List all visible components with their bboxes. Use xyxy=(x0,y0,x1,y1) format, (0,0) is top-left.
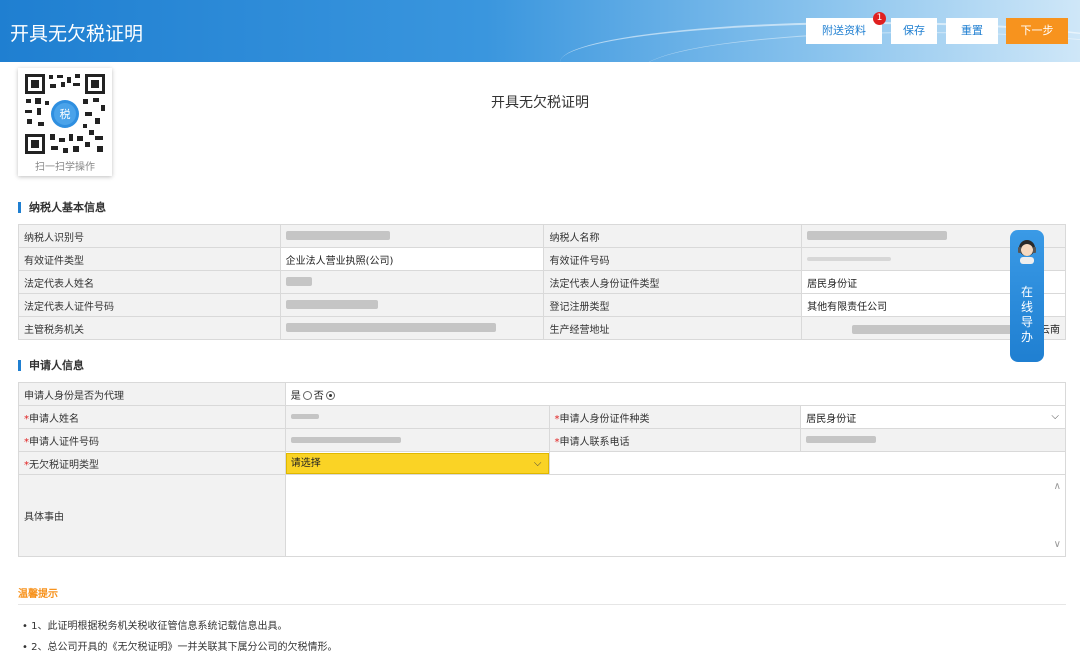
online-guide-button[interactable]: 在线导办 xyxy=(1010,230,1044,362)
field-label: 有效证件类型 xyxy=(18,247,281,271)
qr-caption: 扫一扫学操作 xyxy=(35,162,95,173)
yes-label: 是 xyxy=(290,390,301,402)
section-title-taxpayer: 纳税人基本信息 xyxy=(18,202,106,213)
chevron-down-icon: ⌵ xyxy=(533,457,542,469)
online-guide-label: 在线导办 xyxy=(1021,285,1034,344)
field-label: 有效证件号码 xyxy=(543,247,803,271)
tip-item: • 2、总公司开具的《无欠税证明》一并关联其下属分公司的欠税情形。 xyxy=(22,642,338,653)
legal-rep-name-value xyxy=(279,270,545,294)
tips-title: 温馨提示 xyxy=(18,589,58,600)
table-row: 法定代表人证件号码 登记注册类型 其他有限责任公司 xyxy=(18,293,1066,317)
qr-code-card[interactable]: 税 扫一扫学操作 xyxy=(18,68,112,176)
divider xyxy=(18,604,1066,605)
table-row: 主管税务机关 生产经营地址 (云南 xyxy=(18,316,1066,340)
table-row: 具体事由 ∧ ∨ xyxy=(18,474,1067,557)
field-label: 纳税人名称 xyxy=(543,224,803,248)
field-label: 申请人身份是否为代理 xyxy=(18,382,286,406)
field-label: *申请人证件号码 xyxy=(18,428,286,452)
field-label: *无欠税证明类型 xyxy=(18,451,286,475)
scroll-down-icon[interactable]: ∨ xyxy=(1054,539,1061,550)
table-row: *无欠税证明类型 请选择 ⌵ xyxy=(18,451,1067,475)
table-row: 有效证件类型 企业法人营业执照(公司) 有效证件号码 xyxy=(18,247,1066,271)
field-label: 具体事由 xyxy=(18,474,286,557)
agent-avatar-icon xyxy=(1018,240,1036,264)
attach-materials-button[interactable]: 附送资料 xyxy=(806,18,882,44)
table-row: 申请人身份是否为代理 是否 xyxy=(18,382,1067,406)
proxy-radio-group: 是否 xyxy=(284,382,1067,406)
scroll-up-icon[interactable]: ∧ xyxy=(1054,481,1061,492)
qr-logo-text: 税 xyxy=(60,107,71,121)
qr-code-icon: 税 xyxy=(23,72,107,156)
applicant-id-number-field[interactable] xyxy=(284,428,550,452)
field-label: 登记注册类型 xyxy=(543,293,803,317)
proxy-yes-radio[interactable] xyxy=(302,391,312,400)
chevron-down-icon: ⌵ xyxy=(1051,411,1059,422)
table-row: 法定代表人姓名 法定代表人身份证件类型 居民身份证 xyxy=(18,270,1066,294)
tip-item: • 1、此证明根据税务机关税收征管信息系统记载信息出具。 xyxy=(22,621,288,632)
proxy-no-radio[interactable] xyxy=(325,391,335,400)
table-row: 纳税人识别号 纳税人名称 xyxy=(18,224,1066,248)
table-row: *申请人姓名 *申请人身份证件种类 居民身份证 ⌵ xyxy=(18,405,1066,429)
save-button[interactable]: 保存 xyxy=(891,18,937,44)
reason-textarea[interactable]: ∧ ∨ xyxy=(284,474,1067,557)
table-row: *申请人证件号码 *申请人联系电话 xyxy=(18,428,1066,452)
field-label: 纳税人识别号 xyxy=(18,224,281,248)
reset-button[interactable]: 重置 xyxy=(946,18,998,44)
applicant-phone-field[interactable] xyxy=(800,428,1066,452)
taxpayer-info-table: 纳税人识别号 纳税人名称 有效证件类型 企业法人营业执照(公司) 有效证件号码 … xyxy=(18,224,1066,340)
empty-cell xyxy=(548,451,1067,475)
field-label: 主管税务机关 xyxy=(18,316,281,340)
app-header: 开具无欠税证明 附送资料 保存 重置 下一步 1 xyxy=(0,0,1080,62)
field-label: 生产经营地址 xyxy=(543,316,803,340)
next-step-button[interactable]: 下一步 xyxy=(1006,18,1068,44)
cert-type-select[interactable]: 请选择 ⌵ xyxy=(286,452,549,474)
applicant-info-table: 申请人身份是否为代理 是否 *申请人姓名 *申请人身份证件种类 居民身份证 ⌵ *… xyxy=(18,382,1067,557)
tax-authority-value xyxy=(279,316,545,340)
applicant-name-field[interactable] xyxy=(284,405,550,429)
attach-count-badge: 1 xyxy=(873,12,886,25)
section-title-applicant: 申请人信息 xyxy=(18,360,84,371)
field-label: *申请人联系电话 xyxy=(548,428,802,452)
legal-rep-id-value xyxy=(279,293,545,317)
field-value: 企业法人营业执照(公司) xyxy=(279,247,545,271)
field-label: *申请人身份证件种类 xyxy=(548,405,802,429)
no-label: 否 xyxy=(313,390,324,402)
cert-type-cell: 请选择 ⌵ xyxy=(284,451,550,475)
field-label: 法定代表人姓名 xyxy=(18,270,281,294)
field-label: 法定代表人身份证件类型 xyxy=(543,270,803,294)
applicant-id-type-select[interactable]: 居民身份证 ⌵ xyxy=(800,405,1066,429)
taxpayer-id-value xyxy=(279,224,545,248)
field-label: *申请人姓名 xyxy=(18,405,286,429)
page-title: 开具无欠税证明 xyxy=(491,95,589,111)
field-label: 法定代表人证件号码 xyxy=(18,293,281,317)
app-title: 开具无欠税证明 xyxy=(10,23,144,45)
